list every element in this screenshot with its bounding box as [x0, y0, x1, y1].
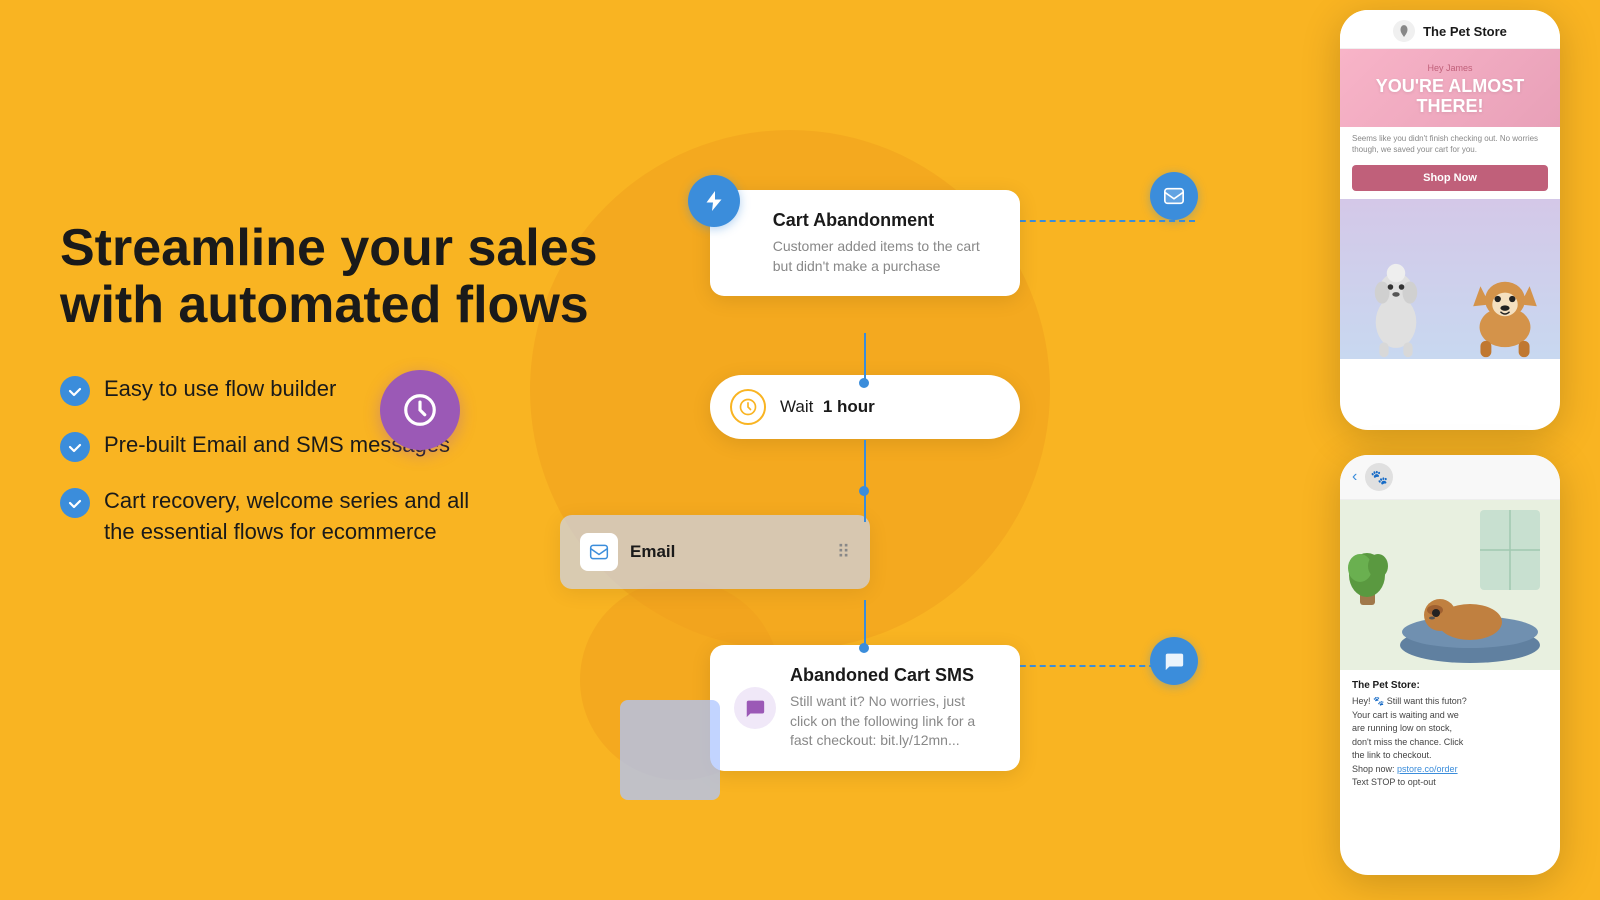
pet-photo: [1340, 199, 1560, 359]
wait-clock-icon: [730, 389, 766, 425]
check-icon-1: [60, 376, 90, 406]
feature-list: Easy to use flow builder Pre-built Email…: [60, 374, 598, 548]
feature-item-2: Pre-built Email and SMS messages: [60, 430, 598, 462]
sms-title: Abandoned Cart SMS: [790, 665, 996, 686]
poodle-illustration: [1356, 239, 1436, 359]
phone-bottom-bar: ‹ 🐾: [1340, 455, 1560, 500]
email-heading: YOU'RE ALMOSTTHERE!: [1352, 77, 1548, 117]
connector-dot-1: [859, 378, 869, 388]
sms-message: Hey! 🐾 Still want this futon? Your cart …: [1352, 695, 1548, 790]
trigger-icon: [688, 175, 740, 227]
email-bubble: [1150, 172, 1198, 220]
email-greeting: Hey James: [1352, 63, 1548, 73]
wait-text: Wait 1 hour: [780, 397, 875, 417]
back-arrow-icon: ‹: [1352, 468, 1357, 486]
feature-item-3: Cart recovery, welcome series and all th…: [60, 486, 598, 548]
sms-sender: The Pet Store:: [1352, 680, 1548, 691]
feature-text-3: Cart recovery, welcome series and all th…: [104, 486, 469, 548]
phone-bottom: ‹ 🐾 The Pet Store:: [1340, 455, 1560, 875]
dog-product-photo: [1340, 500, 1560, 670]
email-icon-box: [580, 533, 618, 571]
cart-abandonment-desc: Customer added items to the cart but did…: [773, 237, 996, 276]
sms-card-icon: [734, 687, 776, 729]
feature-text-1: Easy to use flow builder: [104, 374, 336, 405]
corgi-illustration: [1460, 259, 1550, 359]
connector-2: [864, 440, 866, 522]
wait-duration: 1 hour: [823, 397, 875, 416]
connector-dot-3: [859, 643, 869, 653]
email-body: Seems like you didn't finish checking ou…: [1340, 127, 1560, 161]
page-headline: Streamline your saleswith automated flow…: [60, 220, 598, 334]
sms-text-area: The Pet Store: Hey! 🐾 Still want this fu…: [1340, 670, 1560, 800]
check-icon-3: [60, 488, 90, 518]
email-label: Email: [630, 542, 825, 562]
purple-clock-bubble: [380, 370, 460, 450]
email-hero: Hey James YOU'RE ALMOSTTHERE!: [1340, 49, 1560, 127]
wait-label: Wait: [780, 397, 813, 416]
phone-top: The Pet Store Hey James YOU'RE ALMOSTTHE…: [1340, 10, 1560, 430]
dog-bed-illustration: [1340, 500, 1560, 670]
left-content: Streamline your saleswith automated flow…: [60, 220, 598, 548]
cart-abandonment-card: Cart Abandonment Customer added items to…: [710, 190, 1020, 296]
sms-bubble: [1150, 637, 1198, 685]
phone-top-bar: The Pet Store: [1340, 10, 1560, 49]
email-dots: ⠿: [837, 542, 850, 563]
feature-item-1: Easy to use flow builder: [60, 374, 598, 406]
cart-abandonment-title: Cart Abandonment: [773, 210, 996, 231]
email-card: Email ⠿: [560, 515, 870, 589]
sms-desc: Still want it? No worries, just click on…: [790, 692, 996, 751]
store-logo: [1393, 20, 1415, 42]
shop-now-button[interactable]: Shop Now: [1352, 165, 1548, 191]
connector-dot-2: [859, 486, 869, 496]
blue-square-decoration: [620, 700, 720, 800]
paw-icon: 🐾: [1365, 463, 1393, 491]
check-icon-2: [60, 432, 90, 462]
store-name-top: The Pet Store: [1423, 24, 1507, 39]
sms-card: Abandoned Cart SMS Still want it? No wor…: [710, 645, 1020, 771]
sms-link[interactable]: pstore.co/order: [1397, 764, 1458, 774]
